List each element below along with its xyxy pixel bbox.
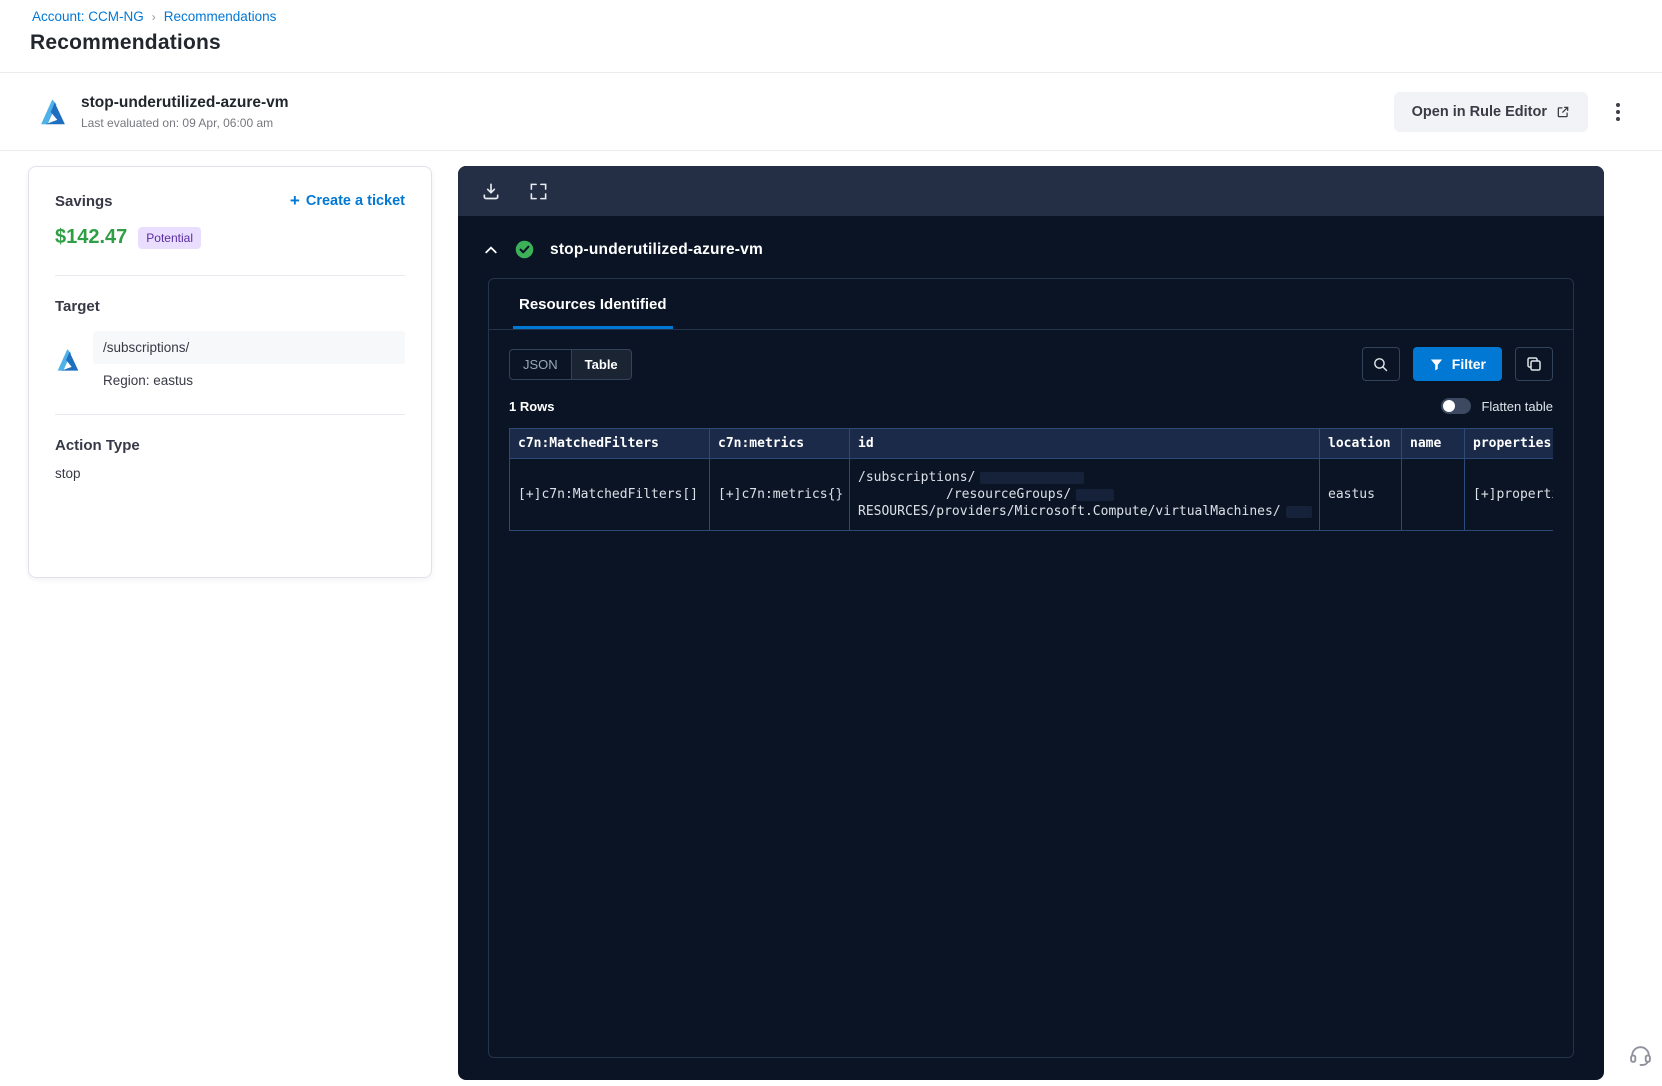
redacted-text (1285, 505, 1312, 518)
id-line-2: /resourceGroups/ (946, 487, 1072, 502)
view-mode-segmented-control: JSON Table (509, 348, 632, 380)
create-ticket-button[interactable]: + Create a ticket (290, 191, 405, 211)
tab-resources-identified[interactable]: Resources Identified (513, 296, 673, 329)
breadcrumb-separator-icon: › (151, 9, 156, 24)
action-type-value: stop (55, 466, 81, 481)
open-in-rule-editor-button[interactable]: Open in Rule Editor (1393, 91, 1588, 132)
cell-name (1401, 458, 1465, 531)
savings-amount: $142.47 (55, 226, 128, 248)
download-icon (483, 183, 499, 200)
panel-toolbar (458, 166, 1604, 216)
support-chat-button[interactable] (1628, 1042, 1653, 1072)
breadcrumb-recommendations-link[interactable]: Recommendations (164, 9, 277, 24)
flatten-table-toggle[interactable] (1441, 398, 1472, 414)
divider (55, 414, 405, 415)
azure-logo-icon (41, 99, 65, 124)
fullscreen-button[interactable] (529, 182, 548, 201)
column-header-location: location (1319, 428, 1402, 459)
id-line-1: /subscriptions/ (858, 470, 976, 485)
last-evaluated-text: Last evaluated on: 09 Apr, 06:00 am (81, 115, 274, 130)
cell-id: /subscriptions/ /resourceGroups/ RESOURC… (849, 458, 1320, 531)
resources-card: Resources Identified JSON Table Filter 1… (488, 278, 1574, 1058)
search-button[interactable] (1361, 347, 1400, 381)
download-button[interactable] (481, 181, 501, 201)
headset-icon (1630, 1046, 1651, 1066)
copy-icon (1527, 357, 1541, 371)
divider (55, 275, 405, 276)
rule-output-panel: stop-underutilized-azure-vm Resources Id… (458, 166, 1604, 1080)
potential-badge: Potential (138, 226, 201, 249)
target-label: Target (55, 298, 100, 315)
row-count: 1 Rows (509, 398, 555, 414)
open-in-rule-editor-label: Open in Rule Editor (1411, 103, 1547, 120)
rule-result-title: stop-underutilized-azure-vm (550, 240, 763, 258)
cell-matched-filters-expander[interactable]: [+]c7n:MatchedFilters[] (509, 458, 710, 531)
filter-label: Filter (1451, 356, 1486, 372)
action-type-label: Action Type (55, 437, 140, 454)
cell-metrics-expander[interactable]: [+]c7n:metrics{} (709, 458, 850, 531)
resources-table: c7n:MatchedFilters c7n:metrics id locati… (509, 428, 1553, 531)
recommendation-header: stop-underutilized-azure-vm Last evaluat… (0, 73, 1662, 151)
resources-table-wrap: c7n:MatchedFilters c7n:metrics id locati… (509, 428, 1553, 531)
filter-button[interactable]: Filter (1412, 347, 1502, 381)
azure-target-icon (57, 348, 79, 371)
filter-icon (1430, 359, 1442, 370)
column-header-matched-filters: c7n:MatchedFilters (509, 428, 710, 459)
create-ticket-label: Create a ticket (305, 193, 405, 209)
external-link-icon (1557, 106, 1569, 117)
recommendation-name: stop-underutilized-azure-vm (81, 93, 289, 111)
flatten-table-label: Flatten table (1481, 398, 1553, 414)
plus-icon: + (289, 191, 300, 210)
breadcrumb: Account: CCM-NG › Recommendations (32, 9, 276, 24)
view-table-button[interactable]: Table (570, 349, 631, 379)
breadcrumb-account-link[interactable]: Account: CCM-NG (32, 9, 144, 24)
savings-card: Savings + Create a ticket $142.47 Potent… (28, 166, 432, 578)
column-header-name: name (1401, 428, 1465, 459)
table-row: [+]c7n:MatchedFilters[] [+]c7n:metrics{}… (509, 458, 1553, 531)
target-region: Region: eastus (103, 373, 194, 388)
copy-button[interactable] (1515, 347, 1553, 381)
table-header-row: c7n:MatchedFilters c7n:metrics id locati… (509, 428, 1553, 459)
redacted-text (980, 471, 1085, 484)
column-header-id: id (849, 428, 1320, 459)
search-icon (1374, 357, 1388, 371)
cell-location: eastus (1319, 458, 1402, 531)
view-json-button[interactable]: JSON (510, 350, 571, 379)
page-title: Recommendations (30, 31, 221, 54)
collapse-chevron-icon[interactable] (483, 242, 499, 258)
column-header-metrics: c7n:metrics (709, 428, 850, 459)
success-check-icon (515, 240, 534, 259)
fullscreen-icon (530, 183, 547, 199)
redacted-text (1076, 488, 1115, 501)
column-header-properties: properties (1464, 428, 1553, 459)
target-path: /subscriptions/ (93, 331, 405, 364)
savings-label: Savings (55, 192, 113, 210)
id-line-3: RESOURCES/providers/Microsoft.Compute/vi… (858, 504, 1281, 519)
cell-properties-expander[interactable]: [+]properties{} (1464, 458, 1553, 531)
more-options-menu[interactable] (1610, 97, 1626, 127)
